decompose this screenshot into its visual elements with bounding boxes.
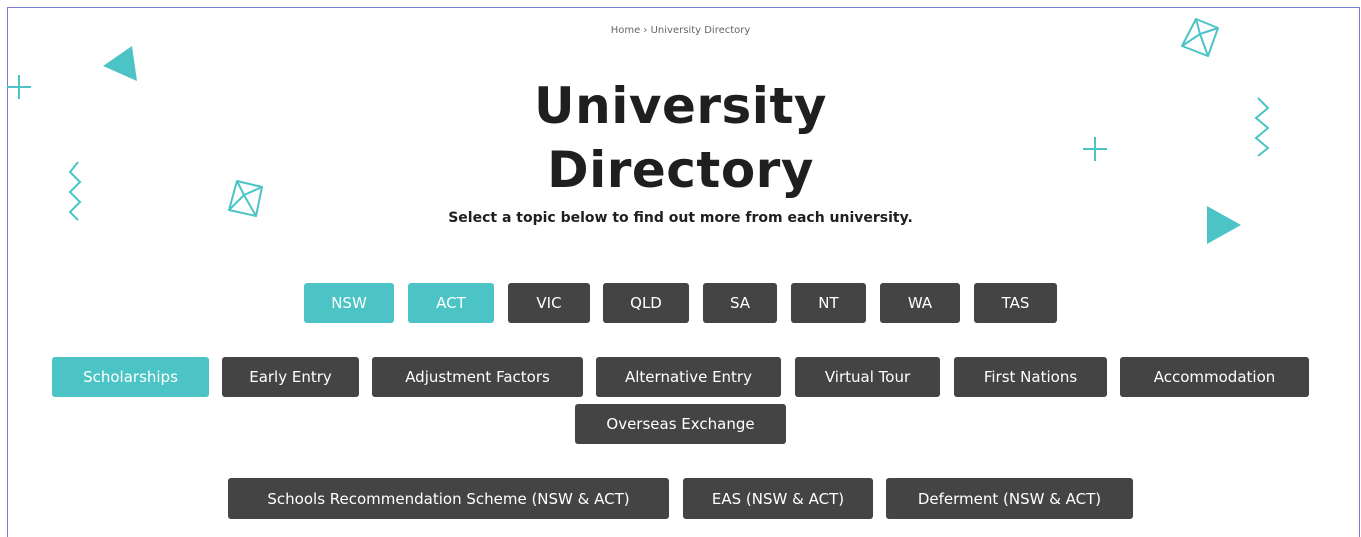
program-button-eas[interactable]: EAS (NSW & ACT)	[683, 478, 873, 519]
state-button-nt[interactable]: NT	[791, 283, 866, 323]
page-title-line-2: Directory	[547, 141, 814, 199]
state-button-tas[interactable]: TAS	[974, 283, 1057, 323]
state-button-qld[interactable]: QLD	[603, 283, 689, 323]
program-button-schools-recommendation-scheme[interactable]: Schools Recommendation Scheme (NSW & ACT…	[228, 478, 669, 519]
state-button-act[interactable]: ACT	[408, 283, 494, 323]
page-title-line-1: University	[534, 77, 827, 135]
state-button-vic[interactable]: VIC	[508, 283, 590, 323]
topic-button-overseas-exchange[interactable]: Overseas Exchange	[575, 404, 786, 444]
topic-button-virtual-tour[interactable]: Virtual Tour	[795, 357, 940, 397]
state-button-nsw[interactable]: NSW	[304, 283, 394, 323]
topic-button-alternative-entry[interactable]: Alternative Entry	[596, 357, 781, 397]
breadcrumb: Home › University Directory	[0, 25, 1361, 36]
breadcrumb-current: University Directory	[650, 25, 751, 36]
topic-button-scholarships[interactable]: Scholarships	[52, 357, 209, 397]
program-button-deferment[interactable]: Deferment (NSW & ACT)	[886, 478, 1133, 519]
state-button-wa[interactable]: WA	[880, 283, 960, 323]
page-title: University Directory	[0, 74, 1361, 202]
topic-button-adjustment-factors[interactable]: Adjustment Factors	[372, 357, 583, 397]
state-button-sa[interactable]: SA	[703, 283, 777, 323]
topic-button-early-entry[interactable]: Early Entry	[222, 357, 359, 397]
breadcrumb-home-link[interactable]: Home	[611, 25, 641, 36]
topic-button-accommodation[interactable]: Accommodation	[1120, 357, 1309, 397]
cube-icon	[1181, 18, 1219, 57]
page-subtitle: Select a topic below to find out more fr…	[448, 210, 913, 226]
topic-button-first-nations[interactable]: First Nations	[954, 357, 1107, 397]
breadcrumb-separator: ›	[643, 25, 648, 36]
